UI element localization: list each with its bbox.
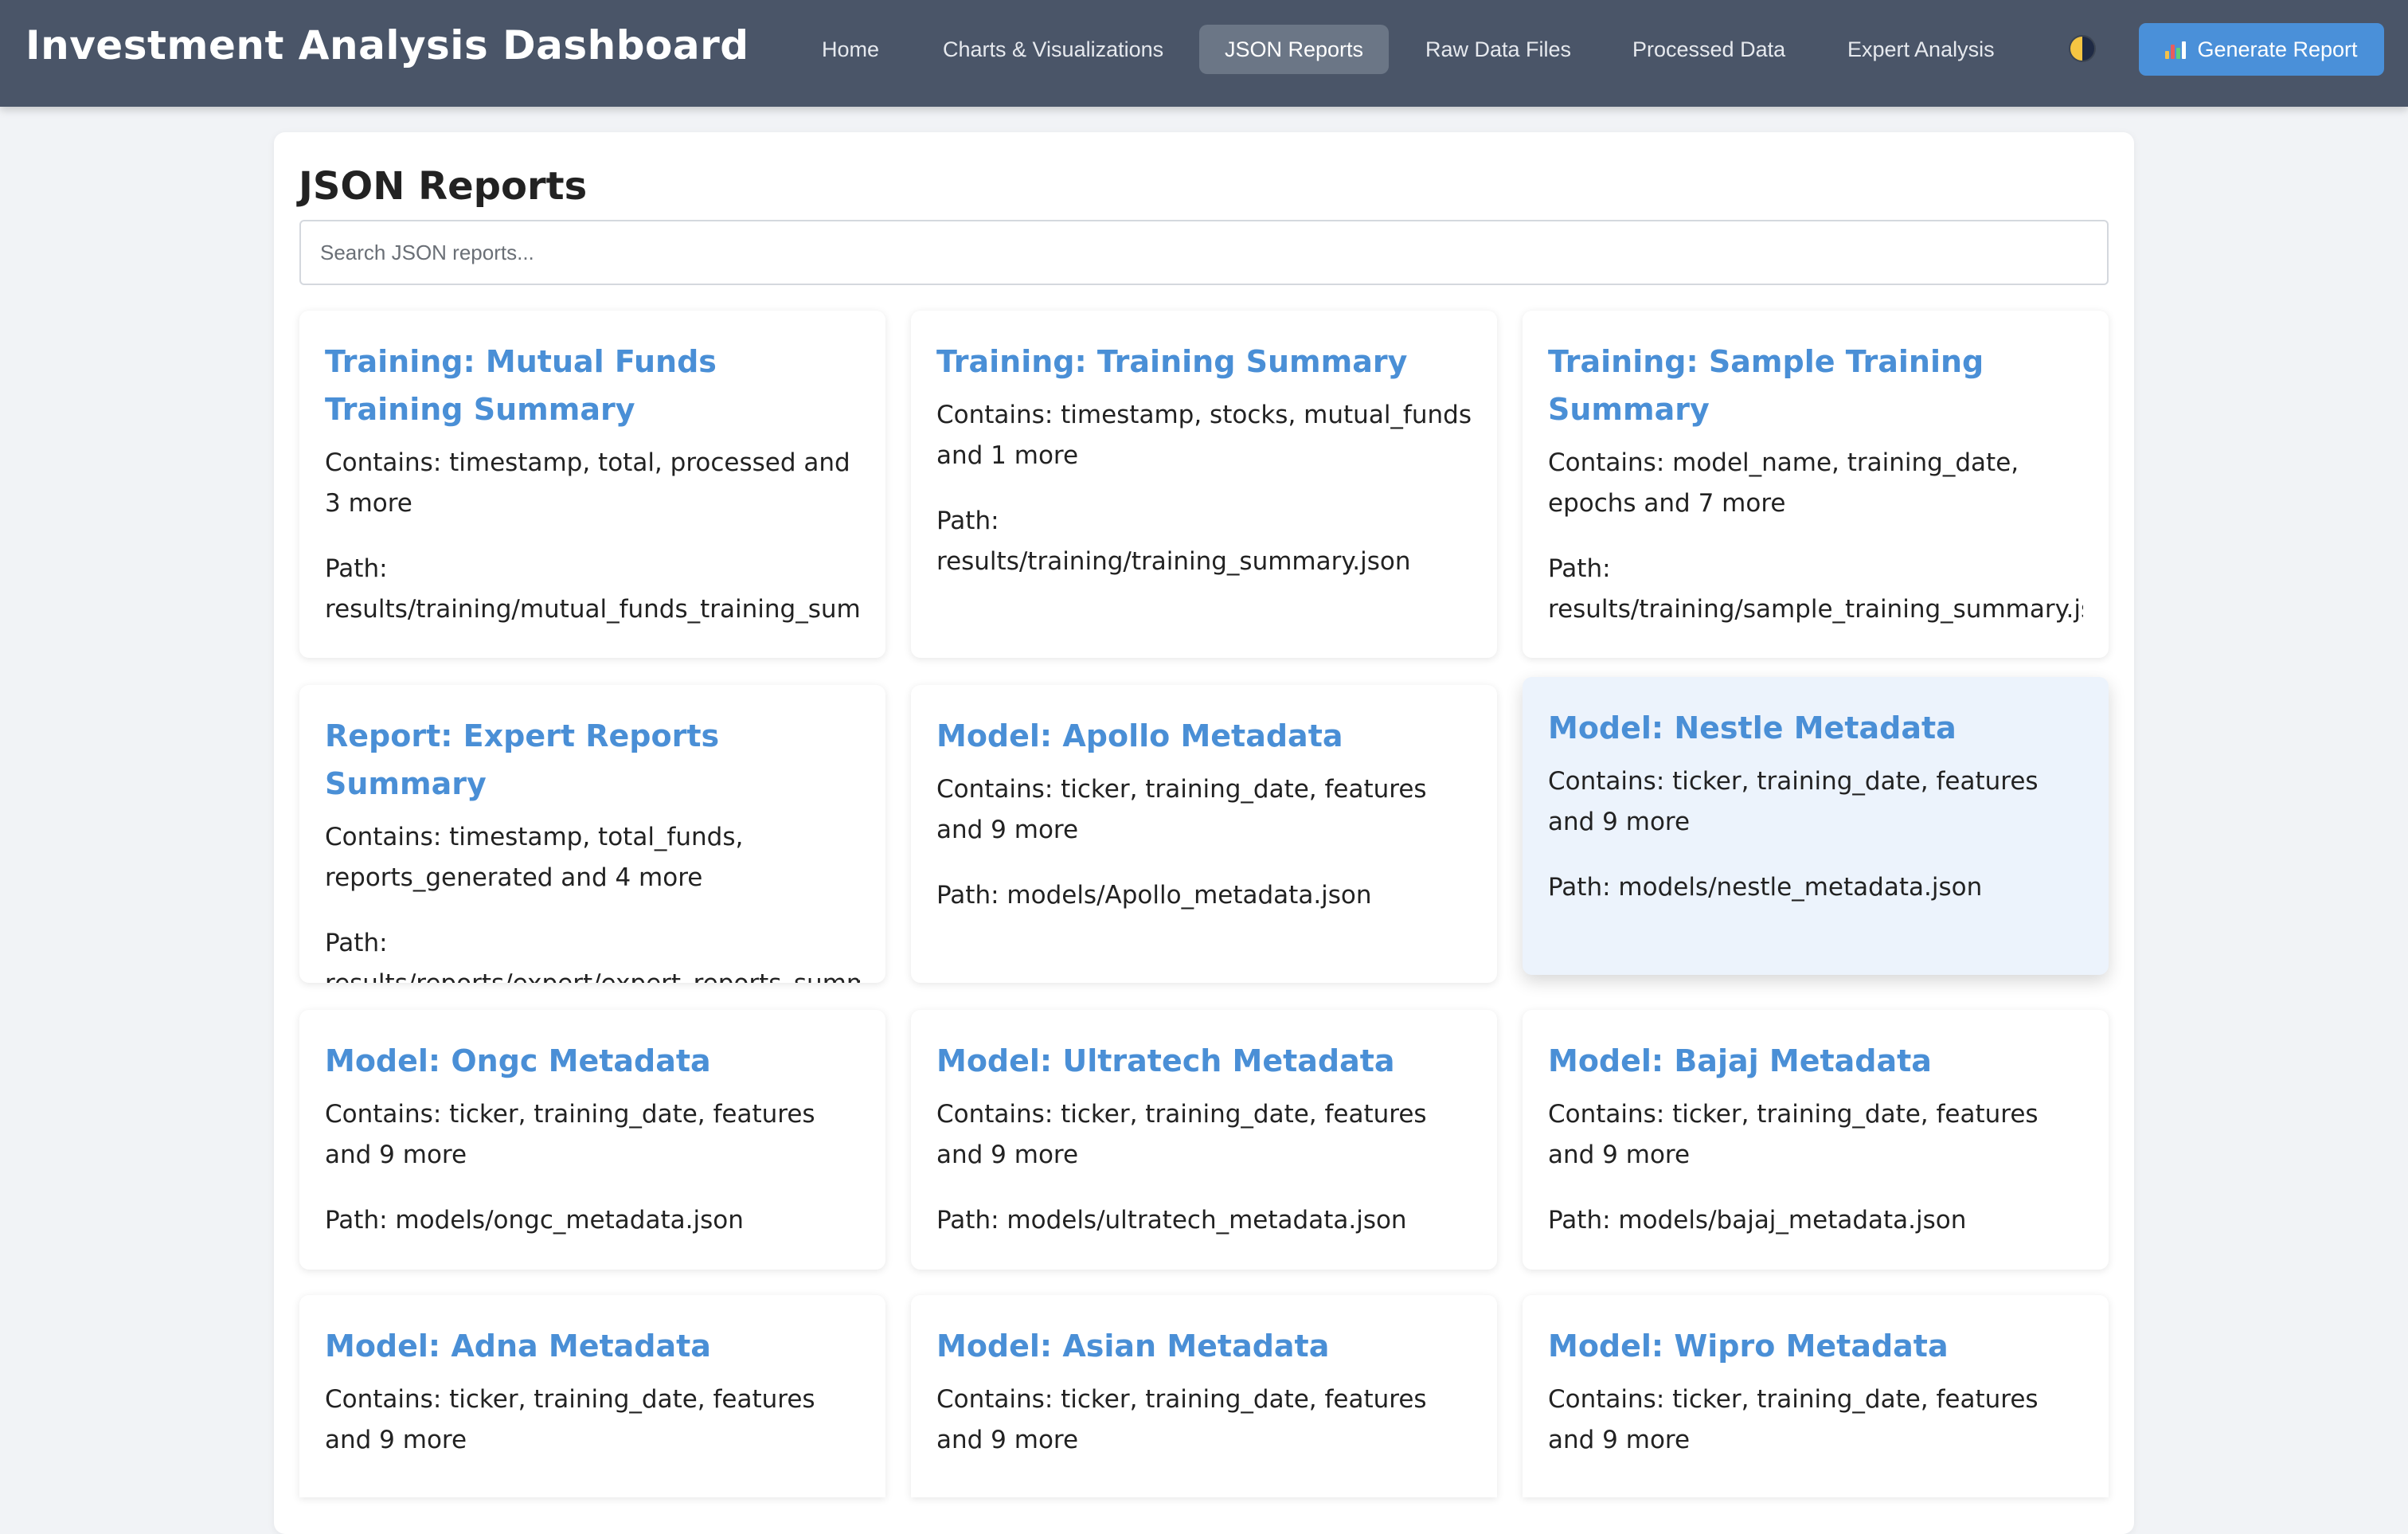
card-path: Path: models/bajaj_metadata.json [1548, 1206, 1967, 1235]
card-contains: Contains: ticker, training_date, feature… [936, 1385, 1427, 1454]
app-title: Investment Analysis Dashboard [25, 22, 749, 68]
card-title[interactable]: Model: Ultratech Metadata [936, 1037, 1472, 1085]
card-title[interactable]: Report: Expert Reports Summary [325, 712, 860, 808]
nav-json-reports[interactable]: JSON Reports [1199, 25, 1390, 74]
nav-home[interactable]: Home [796, 25, 905, 74]
report-card[interactable]: Model: Adna Metadata Contains: ticker, t… [299, 1295, 885, 1497]
nav-raw-data-files[interactable]: Raw Data Files [1400, 25, 1597, 74]
card-title[interactable]: Training: Training Summary [936, 338, 1472, 385]
card-path: Path: models/nestle_metadata.json [1548, 873, 1983, 902]
card-path: Path: results/training/mutual_funds_trai… [325, 554, 860, 624]
generate-report-label: Generate Report [2197, 37, 2358, 61]
card-path: Path: models/ultratech_metadata.json [936, 1206, 1407, 1235]
report-card[interactable]: Model: Nestle Metadata Contains: ticker,… [1523, 677, 2109, 975]
card-title[interactable]: Model: Bajaj Metadata [1548, 1037, 2083, 1085]
card-contains: Contains: timestamp, total_funds, report… [325, 823, 744, 892]
card-title[interactable]: Model: Adna Metadata [325, 1322, 860, 1370]
half-moon-icon[interactable] [2069, 35, 2096, 62]
card-path: Path: results/training/sample_training_s… [1548, 554, 2083, 624]
card-title[interactable]: Training: Sample Training Summary [1548, 338, 2083, 433]
report-card[interactable]: Report: Expert Reports Summary Contains:… [299, 685, 885, 983]
report-card[interactable]: Model: Ongc Metadata Contains: ticker, t… [299, 1010, 885, 1270]
generate-report-button[interactable]: Generate Report [2139, 23, 2384, 76]
report-card[interactable]: Model: Ultratech Metadata Contains: tick… [911, 1010, 1497, 1270]
card-contains: Contains: ticker, training_date, feature… [325, 1385, 815, 1454]
card-title[interactable]: Model: Ongc Metadata [325, 1037, 860, 1085]
card-contains: Contains: ticker, training_date, feature… [936, 1100, 1427, 1169]
card-path: Path: results/training/training_summary.… [936, 507, 1411, 576]
card-contains: Contains: timestamp, stocks, mutual_fund… [936, 401, 1472, 470]
nav-charts-visualizations[interactable]: Charts & Visualizations [917, 25, 1189, 74]
card-path: Path: results/reports/expert/expert_repo… [325, 929, 860, 983]
top-navbar: Investment Analysis Dashboard Home Chart… [0, 0, 2408, 107]
card-contains: Contains: ticker, training_date, feature… [325, 1100, 815, 1169]
card-title[interactable]: Model: Wipro Metadata [1548, 1322, 2083, 1370]
report-card[interactable]: Model: Asian Metadata Contains: ticker, … [911, 1295, 1497, 1497]
page-title: JSON Reports [299, 164, 588, 209]
card-contains: Contains: ticker, training_date, feature… [1548, 1100, 2039, 1169]
card-contains: Contains: model_name, training_date, epo… [1548, 448, 2019, 518]
card-title[interactable]: Training: Mutual Funds Training Summary [325, 338, 860, 433]
report-card[interactable]: Training: Sample Training Summary Contai… [1523, 311, 2109, 658]
nav-expert-analysis[interactable]: Expert Analysis [1822, 25, 2020, 74]
report-card[interactable]: Training: Training Summary Contains: tim… [911, 311, 1497, 658]
card-title[interactable]: Model: Asian Metadata [936, 1322, 1472, 1370]
card-path: Path: models/ongc_metadata.json [325, 1206, 744, 1235]
card-contains: Contains: ticker, training_date, feature… [1548, 1385, 2039, 1454]
card-contains: Contains: ticker, training_date, feature… [1548, 767, 2039, 836]
report-card[interactable]: Model: Bajaj Metadata Contains: ticker, … [1523, 1010, 2109, 1270]
report-card[interactable]: Training: Mutual Funds Training Summary … [299, 311, 885, 658]
nav-processed-data[interactable]: Processed Data [1607, 25, 1811, 74]
card-title[interactable]: Model: Apollo Metadata [936, 712, 1472, 760]
card-path: Path: models/Apollo_metadata.json [936, 881, 1372, 910]
search-input[interactable] [299, 220, 2109, 285]
card-contains: Contains: timestamp, total, processed an… [325, 448, 850, 518]
card-contains: Contains: ticker, training_date, feature… [936, 775, 1427, 844]
card-title[interactable]: Model: Nestle Metadata [1548, 704, 2083, 752]
report-card[interactable]: Model: Apollo Metadata Contains: ticker,… [911, 685, 1497, 983]
chart-icon [2165, 40, 2187, 59]
report-card[interactable]: Model: Wipro Metadata Contains: ticker, … [1523, 1295, 2109, 1497]
